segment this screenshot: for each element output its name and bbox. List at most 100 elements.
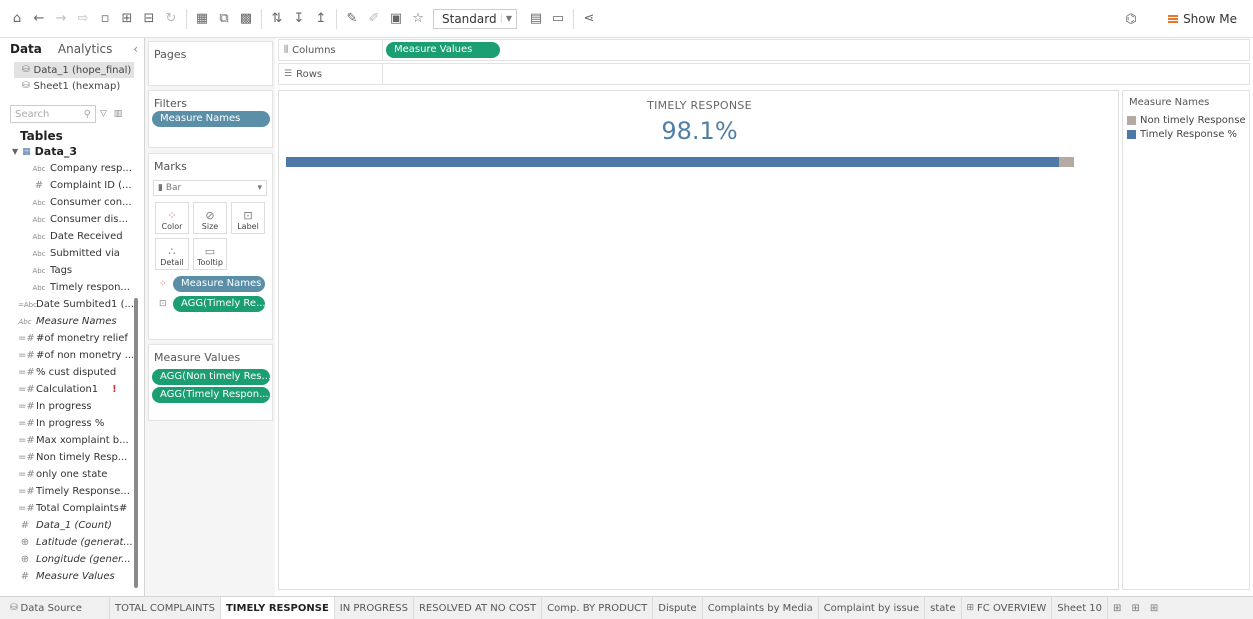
field-item[interactable]: =# #of non monetry ... (0, 347, 144, 364)
new-story-icon[interactable]: ⊞ (1145, 603, 1163, 614)
highlight-icon[interactable]: ✎ (345, 9, 359, 29)
pause-updates-icon[interactable]: ⊟ (142, 9, 156, 29)
search-input[interactable]: Search ⚲ (10, 105, 96, 123)
sheet-tab[interactable]: TIMELY RESPONSE (220, 596, 335, 619)
marks-label-pill[interactable]: AGG(Timely Re... (173, 296, 265, 312)
number-type-icon: =# (18, 486, 35, 497)
field-item[interactable]: =# Total Complaints# (0, 500, 144, 517)
pages-card[interactable]: Pages (148, 41, 273, 86)
tab-analytics[interactable]: Analytics (58, 42, 113, 56)
field-item[interactable]: =# Timely Response... (0, 483, 144, 500)
field-item[interactable]: ⊕ Longitude (gener... (0, 551, 144, 568)
sort-descending-icon[interactable]: ↥ (314, 9, 328, 29)
field-item[interactable]: =# In progress (0, 398, 144, 415)
field-item[interactable]: Abc Consumer con... (0, 194, 144, 211)
sheet-tab[interactable]: Complaints by Media (703, 596, 819, 619)
duplicate-icon[interactable]: ⧉ (217, 9, 231, 29)
sheet-tab[interactable]: IN PROGRESS (335, 596, 414, 619)
measure-value-pill[interactable]: AGG(Non timely Res... (152, 369, 270, 385)
marks-card: Marks ▮ Bar ▾ ⁘ Color ⊘ Size ⊡ Label ∴ D… (148, 153, 273, 340)
field-item[interactable]: =#% cust disputed (0, 364, 144, 381)
field-item[interactable]: # Complaint ID (... (0, 177, 144, 194)
view-mode-select[interactable]: Standard ▼ (433, 8, 517, 29)
field-label: Measure Names (36, 316, 117, 327)
datasource-item[interactable]: ⛁ Sheet1 (hexmap) (0, 78, 144, 94)
field-item[interactable]: =Abc Date Sumbited1 (... (0, 296, 144, 313)
field-label: Timely Response... (36, 486, 130, 497)
field-item[interactable]: Abc Tags (0, 262, 144, 279)
field-item[interactable]: =# Non timely Resp... (0, 449, 144, 466)
refresh-icon[interactable]: ↻ (164, 9, 178, 29)
marks-color-pill[interactable]: Measure Names (173, 276, 265, 292)
columns-shelf[interactable]: ⫼ Columns Measure Values (278, 39, 1250, 61)
collapse-icon[interactable]: ‹ (133, 42, 138, 56)
sheet-tab[interactable]: ⊞ FC OVERVIEW (962, 596, 1053, 619)
sort-ascending-icon[interactable]: ↧ (292, 9, 306, 29)
new-worksheet-icon[interactable]: ▦ (195, 9, 209, 29)
home-icon[interactable]: ⌂ (10, 9, 24, 29)
columns-pill[interactable]: Measure Values (386, 42, 500, 58)
undo-icon[interactable]: ← (32, 9, 46, 29)
show-cards-icon[interactable]: ▤ (529, 9, 543, 29)
legend-item[interactable]: Non timely Response (1123, 113, 1249, 127)
sheet-tab[interactable]: Comp. BY PRODUCT (542, 596, 654, 619)
field-item[interactable]: ⊕ Latitude (generat... (0, 534, 144, 551)
legend-item[interactable]: Timely Response % (1123, 127, 1249, 141)
field-item[interactable]: # Data_1 (Count) (0, 517, 144, 534)
filters-title: Filters (154, 97, 187, 110)
new-worksheet-icon[interactable]: ⊞ (1108, 603, 1126, 614)
tooltip-button[interactable]: ▭ Tooltip (193, 238, 227, 270)
filter-icon[interactable]: ▽ ▥ (100, 109, 124, 119)
new-datasource-icon[interactable]: ⊞ (120, 9, 134, 29)
binoculars-icon[interactable]: ⌬ (1124, 9, 1138, 29)
field-item[interactable]: Abc Timely respon... (0, 279, 144, 296)
measure-value-pill[interactable]: AGG(Timely Respon... (152, 387, 270, 403)
replay-icon[interactable]: ⇨ (76, 9, 90, 29)
field-item[interactable]: =# #of monetry relief (0, 330, 144, 347)
sheet-tab[interactable]: Complaint by issue (819, 596, 926, 619)
tab-data[interactable]: Data (10, 42, 42, 56)
presentation-icon[interactable]: ▭ (551, 9, 565, 29)
size-button[interactable]: ⊘ Size (193, 202, 227, 234)
field-item[interactable]: =# Calculation1! (0, 381, 144, 398)
pin-icon[interactable]: ☆ (411, 9, 425, 29)
color-button[interactable]: ⁘ Color (155, 202, 189, 234)
sheet-tab[interactable]: TOTAL COMPLAINTS (110, 596, 221, 619)
label-button[interactable]: ⊡ Label (231, 202, 265, 234)
field-label: only one state (36, 469, 108, 480)
filter-pill[interactable]: Measure Names (152, 111, 270, 127)
show-me-button[interactable]: Show Me (1168, 12, 1237, 26)
datasource-item[interactable]: ⛁ Data_1 (hope_final) (14, 62, 134, 78)
new-dashboard-icon[interactable]: ⊞ (1126, 603, 1144, 614)
mark-type-select[interactable]: ▮ Bar ▾ (153, 180, 267, 196)
bar-segment-timely[interactable] (286, 157, 1060, 167)
swap-icon[interactable]: ⇅ (270, 9, 284, 29)
save-icon[interactable]: ▫ (98, 9, 112, 29)
field-item[interactable]: # Measure Values (0, 568, 144, 585)
share-icon[interactable]: ⋖ (582, 9, 596, 29)
sheet-tab[interactable]: Sheet 10 (1052, 596, 1109, 619)
field-item[interactable]: =# only one state (0, 466, 144, 483)
tab-data-source[interactable]: ⛁ Data Source (0, 596, 110, 619)
field-item[interactable]: Abc Company resp... (0, 160, 144, 177)
sheet-tab[interactable]: Dispute (653, 596, 703, 619)
sheet-tab[interactable]: state (925, 596, 962, 619)
redo-icon[interactable]: → (54, 9, 68, 29)
error-icon[interactable]: ! (112, 384, 117, 395)
scrollbar[interactable] (134, 298, 138, 588)
table-item[interactable]: ▼ ▦ Data_3 (0, 143, 144, 160)
field-item[interactable]: =# In progress % (0, 415, 144, 432)
sheet-tab[interactable]: RESOLVED AT NO COST (414, 596, 543, 619)
field-item[interactable]: Abc Date Received (0, 228, 144, 245)
field-item[interactable]: Abc Consumer dis... (0, 211, 144, 228)
group-icon[interactable]: ✐ (367, 9, 381, 29)
rows-shelf[interactable]: ☰ Rows (278, 63, 1250, 85)
bar-segment-non-timely[interactable] (1059, 157, 1074, 167)
show-labels-icon[interactable]: ▣ (389, 9, 403, 29)
detail-button[interactable]: ∴ Detail (155, 238, 189, 270)
field-item[interactable]: Abc Submitted via (0, 245, 144, 262)
clear-sheet-icon[interactable]: ▩ (239, 9, 253, 29)
field-item[interactable]: Abc Measure Names (0, 313, 144, 330)
filters-card[interactable]: Filters Measure Names (148, 90, 273, 148)
field-item[interactable]: =# Max xomplaint b... (0, 432, 144, 449)
